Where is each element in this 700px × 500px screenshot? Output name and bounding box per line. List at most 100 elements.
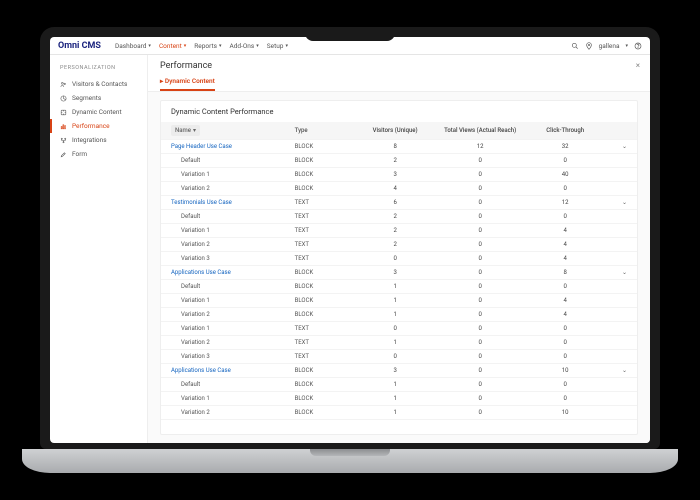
chevron-down-icon: ▾ xyxy=(256,43,259,49)
row-views: 0 xyxy=(434,171,527,178)
user-label[interactable]: gallena xyxy=(599,42,620,50)
table-row: Page Header Use CaseBLOCK81232⌄ xyxy=(161,140,637,154)
table-row: Testimonials Use CaseTEXT6012⌄ xyxy=(161,196,637,210)
brand-logo: Omni CMS xyxy=(58,41,101,51)
segments-icon xyxy=(60,95,67,102)
people-icon xyxy=(60,81,67,88)
row-name: Variation 2 xyxy=(171,339,295,346)
table-row: Applications Use CaseBLOCK3010⌄ xyxy=(161,364,637,378)
nav-item-dashboard[interactable]: Dashboard▾ xyxy=(115,42,151,50)
column-visitors[interactable]: Visitors (Unique) xyxy=(356,127,433,134)
row-visitors: 4 xyxy=(356,185,433,192)
row-visitors: 1 xyxy=(356,283,433,290)
column-type[interactable]: Type xyxy=(295,127,357,134)
row-views: 0 xyxy=(434,353,527,360)
row-type: BLOCK xyxy=(295,157,357,164)
row-name: Default xyxy=(171,283,295,290)
row-views: 0 xyxy=(434,185,527,192)
row-ct: 0 xyxy=(527,339,604,346)
row-visitors: 0 xyxy=(356,353,433,360)
row-name: Default xyxy=(171,381,295,388)
sidebar-item-integrations[interactable]: Integrations xyxy=(50,133,147,147)
row-type: BLOCK xyxy=(295,367,357,374)
row-views: 0 xyxy=(434,213,527,220)
row-ct: 0 xyxy=(527,381,604,388)
row-views: 0 xyxy=(434,297,527,304)
row-name: Variation 2 xyxy=(171,185,295,192)
row-visitors: 3 xyxy=(356,367,433,374)
row-type: BLOCK xyxy=(295,409,357,416)
row-visitors: 3 xyxy=(356,269,433,276)
chevron-down-icon: ▾ xyxy=(285,43,288,49)
puzzle-icon xyxy=(60,109,67,116)
help-icon[interactable] xyxy=(634,42,642,50)
row-name[interactable]: Testimonials Use Case xyxy=(171,199,295,206)
row-ct: 4 xyxy=(527,255,604,262)
row-type: BLOCK xyxy=(295,297,357,304)
row-name: Variation 2 xyxy=(171,409,295,416)
expand-toggle[interactable]: ⌄ xyxy=(604,269,627,276)
sidebar-item-dynamic-content[interactable]: Dynamic Content xyxy=(50,105,147,119)
row-name[interactable]: Page Header Use Case xyxy=(171,143,295,150)
table-row: DefaultBLOCK100 xyxy=(161,280,637,294)
row-type: TEXT xyxy=(295,227,357,234)
column-name-sort[interactable]: Name ▾ xyxy=(171,125,200,136)
sidebar-item-label: Dynamic Content xyxy=(72,108,122,116)
row-type: BLOCK xyxy=(295,311,357,318)
expand-toggle[interactable]: ⌄ xyxy=(604,367,627,374)
close-icon[interactable]: × xyxy=(636,61,640,70)
expand-toggle[interactable]: ⌄ xyxy=(604,199,627,206)
row-ct: 4 xyxy=(527,241,604,248)
expand-toggle[interactable]: ⌄ xyxy=(604,143,627,150)
search-icon[interactable] xyxy=(571,42,579,50)
row-ct: 4 xyxy=(527,311,604,318)
row-ct: 40 xyxy=(527,171,604,178)
sidebar-item-form[interactable]: Form xyxy=(50,147,147,161)
row-type: TEXT xyxy=(295,255,357,262)
location-icon[interactable] xyxy=(585,42,593,50)
chevron-down-icon: ▾ xyxy=(148,43,151,49)
laptop-base xyxy=(22,449,678,473)
column-views[interactable]: Total Views (Actual Reach) xyxy=(434,127,527,134)
row-ct: 0 xyxy=(527,353,604,360)
row-type: BLOCK xyxy=(295,143,357,150)
sidebar-item-visitors-contacts[interactable]: Visitors & Contacts xyxy=(50,77,147,91)
row-visitors: 2 xyxy=(356,213,433,220)
nav-item-setup[interactable]: Setup▾ xyxy=(267,42,288,50)
row-name: Default xyxy=(171,157,295,164)
table-row: Applications Use CaseBLOCK308⌄ xyxy=(161,266,637,280)
row-views: 0 xyxy=(434,227,527,234)
table-row: Variation 3TEXT004 xyxy=(161,252,637,266)
row-views: 0 xyxy=(434,409,527,416)
sidebar-item-segments[interactable]: Segments xyxy=(50,91,147,105)
column-ct[interactable]: Click-Through xyxy=(527,127,604,134)
row-name[interactable]: Applications Use Case xyxy=(171,269,295,276)
row-name: Default xyxy=(171,213,295,220)
row-type: BLOCK xyxy=(295,381,357,388)
table-row: Variation 3TEXT000 xyxy=(161,350,637,364)
sidebar-item-label: Integrations xyxy=(72,136,107,144)
table-row: Variation 1TEXT204 xyxy=(161,224,637,238)
row-views: 0 xyxy=(434,157,527,164)
sidebar: PERSONALIZATION Visitors & ContactsSegme… xyxy=(50,55,148,443)
row-type: TEXT xyxy=(295,325,357,332)
row-name[interactable]: Applications Use Case xyxy=(171,367,295,374)
nav-item-add-ons[interactable]: Add-Ons▾ xyxy=(229,42,258,50)
row-type: TEXT xyxy=(295,353,357,360)
sidebar-item-performance[interactable]: Performance xyxy=(50,119,147,133)
row-ct: 12 xyxy=(527,199,604,206)
table-row: Variation 1BLOCK100 xyxy=(161,392,637,406)
table-row: DefaultTEXT200 xyxy=(161,210,637,224)
tab-dynamic-content[interactable]: ▸ Dynamic Content xyxy=(160,75,215,91)
sidebar-item-label: Segments xyxy=(72,94,101,102)
table-row: Variation 1TEXT000 xyxy=(161,322,637,336)
table-row: Variation 2BLOCK1010 xyxy=(161,406,637,420)
row-type: BLOCK xyxy=(295,395,357,402)
row-ct: 10 xyxy=(527,367,604,374)
row-visitors: 8 xyxy=(356,143,433,150)
row-ct: 10 xyxy=(527,409,604,416)
row-views: 0 xyxy=(434,255,527,262)
nav-item-reports[interactable]: Reports▾ xyxy=(194,42,221,50)
row-views: 12 xyxy=(434,143,527,150)
nav-item-content[interactable]: Content▾ xyxy=(159,42,186,50)
